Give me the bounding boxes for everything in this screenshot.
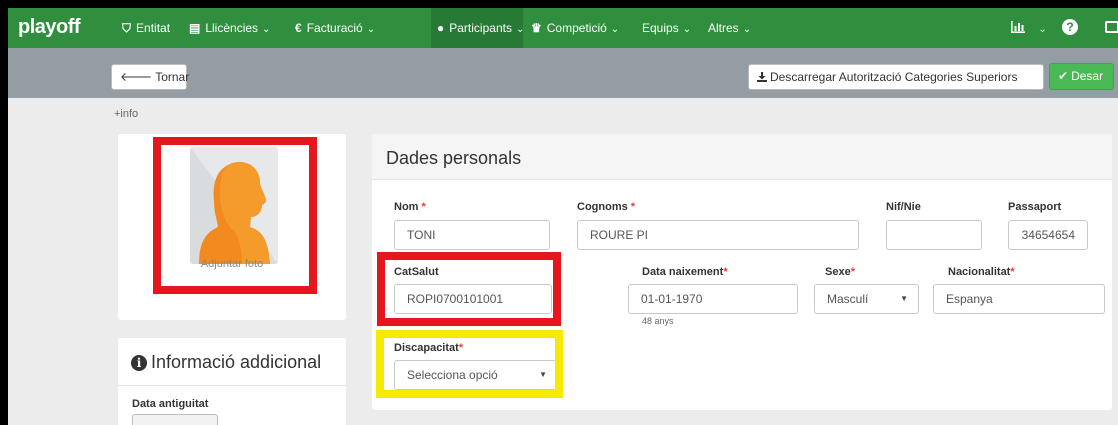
nif-label: Nif/Nie: [886, 201, 921, 213]
chevron-down-icon: ⌄: [610, 24, 620, 35]
nav-item-altres[interactable]: Altres ⌄: [708, 20, 751, 36]
cognoms-input[interactable]: ROURE PI: [577, 220, 859, 250]
personal-data-title: Dades personals: [386, 148, 522, 168]
back-button[interactable]: 🡐 Tornar: [111, 64, 189, 90]
page: playoff ⛉ Entitat ▤ Llicències ⌄ € Facturaci…: [8, 8, 1118, 425]
id-card-icon: ▤: [189, 21, 201, 35]
download-icon: [757, 72, 767, 82]
mail-icon[interactable]: [1105, 21, 1118, 33]
nacionalitat-label: Nacionalitat*: [948, 266, 1015, 278]
nav-item-entitat[interactable]: ⛉ Entitat: [122, 20, 170, 36]
highlight-box-catsalut: [377, 252, 561, 326]
highlight-box-photo: [153, 137, 317, 294]
bar-chart-icon: [1011, 21, 1025, 33]
action-toolbar: 🡐 Tornar Descarregar Autorització Categor…: [8, 48, 1118, 98]
required-marker: *: [1010, 266, 1015, 278]
additional-info-panel: i Informació addicional Data antiguitat: [118, 338, 346, 425]
help-icon[interactable]: ?: [1062, 19, 1078, 35]
chevron-down-icon: ⌄: [682, 24, 692, 35]
naixement-input[interactable]: 01-01-1970: [628, 284, 798, 314]
age-hint: 48 anys: [642, 316, 674, 326]
chevron-down-icon: ⌄: [742, 24, 752, 35]
divider: [118, 385, 346, 386]
antiguitat-date-input[interactable]: [132, 414, 218, 425]
personal-data-header: Dades personals: [372, 134, 1112, 180]
nav-item-llicencies[interactable]: ▤ Llicències ⌄: [189, 20, 270, 36]
required-marker: *: [850, 266, 855, 278]
sexe-select[interactable]: Masculí ▼: [814, 284, 919, 314]
nav-item-equips[interactable]: Equips ⌄: [642, 20, 691, 36]
save-button[interactable]: ✔ Desar: [1049, 63, 1114, 90]
sexe-label: Sexe*: [825, 266, 855, 278]
chevron-down-icon: ⌄: [515, 24, 525, 35]
more-info-link[interactable]: +info: [114, 108, 138, 120]
top-navbar: playoff ⛉ Entitat ▤ Llicències ⌄ € Facturaci…: [8, 8, 1118, 48]
nav-item-facturacio[interactable]: € Facturació ⌄: [295, 20, 375, 36]
passaport-input[interactable]: 34654654: [1008, 220, 1088, 250]
naixement-label: Data naixement*: [642, 266, 728, 278]
nif-input[interactable]: [886, 220, 982, 250]
download-authorization-button[interactable]: Descarregar Autorització Categories Supe…: [748, 64, 1044, 90]
cognoms-label: Cognoms *: [577, 201, 636, 213]
chevron-down-icon: ⌄: [366, 24, 376, 35]
nacionalitat-input[interactable]: Espanya: [933, 284, 1105, 314]
euro-icon: €: [295, 21, 302, 35]
required-marker: *: [630, 201, 636, 213]
required-marker: *: [421, 201, 426, 213]
arrow-left-icon: 🡐: [120, 70, 153, 84]
stats-menu[interactable]: ⌄: [1010, 20, 1047, 36]
app-logo[interactable]: playoff: [18, 16, 81, 39]
passaport-label: Passaport: [1008, 201, 1062, 213]
check-icon: ✔: [1058, 69, 1069, 83]
nav-item-participants[interactable]: ● Participants ⌄: [437, 20, 524, 36]
required-marker: *: [723, 266, 728, 278]
user-icon: ●: [437, 21, 445, 35]
nom-input[interactable]: TONI: [394, 220, 550, 250]
nom-label: Nom *: [394, 201, 426, 213]
nav-item-competicio[interactable]: ♛ Competició ⌄: [531, 20, 619, 36]
dropdown-arrow-icon: ▼: [900, 294, 908, 303]
additional-info-title: i Informació addicional: [131, 352, 321, 373]
chevron-down-icon: ⌄: [1038, 24, 1047, 35]
antiguitat-label: Data antiguitat: [132, 398, 209, 410]
highlight-box-discapacitat: [376, 330, 563, 398]
info-circle-icon: i: [131, 355, 147, 371]
trophy-icon: ♛: [531, 21, 542, 35]
shield-icon: ⛉: [122, 21, 132, 35]
chevron-down-icon: ⌄: [262, 24, 271, 35]
